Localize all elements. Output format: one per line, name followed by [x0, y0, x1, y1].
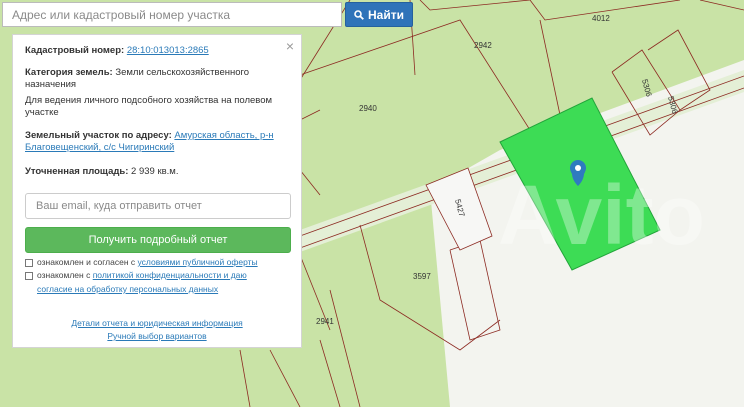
offer-link[interactable]: условиями публичной оферты — [138, 257, 258, 267]
address-link-line1[interactable]: Амурская область, р-н — [174, 130, 273, 141]
area-label: Уточненная площадь: — [25, 166, 129, 177]
area-row: Уточненная площадь: 2 939 кв.м. — [25, 166, 291, 178]
watermark: Avito — [498, 168, 705, 262]
address-label: Земельный участок по адресу: — [25, 130, 172, 141]
search-box[interactable] — [2, 2, 342, 27]
cadastral-number-link[interactable]: 28:10:013013:2865 — [127, 45, 209, 56]
parcel-label: 2941 — [316, 317, 334, 326]
search-input[interactable] — [3, 3, 341, 26]
report-details-link[interactable]: Детали отчета и юридическая информация — [71, 318, 242, 328]
parcel-label: 4012 — [592, 14, 610, 23]
get-report-button[interactable]: Получить подробный отчет — [25, 227, 291, 253]
parcel-label: 3597 — [413, 272, 431, 281]
privacy-agree-text: ознакомлен с политикой конфиденциальност… — [37, 270, 247, 280]
cadastral-number-label: Кадастровый номер: — [25, 45, 125, 56]
permitted-use: Для ведения личного подсобного хозяйства… — [25, 95, 273, 118]
email-field[interactable] — [25, 193, 291, 219]
cadastral-number-row: Кадастровый номер: 28:10:013013:2865 — [25, 45, 291, 57]
privacy-checkbox[interactable] — [25, 272, 33, 280]
land-category-row: Категория земель: Земли сельскохозяйстве… — [25, 67, 291, 91]
manual-selection-link-row: Ручной выбор вариантов — [13, 331, 301, 341]
address-link-line2[interactable]: Благовещенский, с/с Чигиринский — [25, 142, 174, 153]
search-icon — [354, 9, 364, 20]
email-input[interactable] — [26, 194, 290, 218]
offer-checkbox[interactable] — [25, 259, 33, 267]
search-button-label: Найти — [368, 7, 404, 22]
manual-selection-link[interactable]: Ручной выбор вариантов — [107, 331, 206, 341]
address-row: Земельный участок по адресу: Амурская об… — [25, 130, 291, 154]
report-details-link-row: Детали отчета и юридическая информация — [13, 318, 301, 328]
land-category-label: Категория земель: — [25, 67, 113, 78]
search-button[interactable]: Найти — [345, 2, 413, 27]
offer-agree-text: ознакомлен и согласен с условиями публич… — [37, 257, 258, 267]
privacy-policy-link[interactable]: политикой конфиденциальности и даю — [93, 270, 247, 280]
area-value: 2 939 кв.м. — [131, 166, 179, 177]
parcel-label: 2942 — [474, 41, 492, 50]
parcel-label: 2940 — [359, 104, 377, 113]
personal-data-consent: согласие на обработку персональных данны… — [37, 284, 218, 295]
parcel-info-panel: × Кадастровый номер: 28:10:013013:2865 К… — [12, 34, 302, 348]
personal-data-link[interactable]: согласие на обработку персональных данны… — [37, 284, 218, 294]
